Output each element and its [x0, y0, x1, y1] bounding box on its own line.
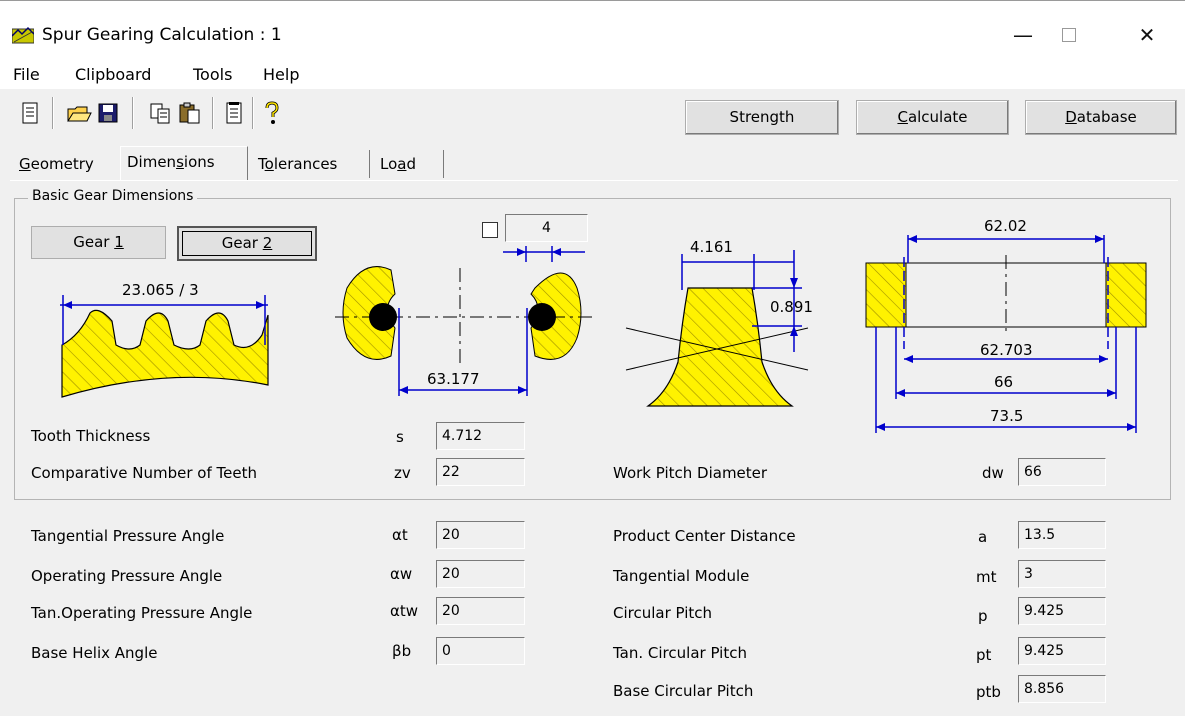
tab-tolerances[interactable]: Tolerances	[252, 150, 370, 178]
tooth-thickness-label: Tooth Thickness	[31, 427, 151, 445]
tooth-span-drawing: 23.065 / 3	[60, 281, 269, 398]
gear-app-icon	[12, 26, 34, 44]
group-title: Basic Gear Dimensions	[28, 188, 198, 204]
product-center-distance-field[interactable]: 13.5	[1018, 521, 1106, 549]
minimize-icon[interactable]: —	[1000, 18, 1046, 52]
face-d2-label: 66	[994, 373, 1013, 391]
operating-pressure-angle-label: Operating Pressure Angle	[31, 567, 223, 585]
gear-2-button[interactable]: Gear 2	[177, 226, 317, 261]
close-icon[interactable]: ✕	[1124, 18, 1170, 52]
new-document-icon[interactable]	[16, 99, 44, 127]
operating-pressure-angle-symbol: αw	[390, 565, 413, 583]
circular-pitch-symbol: p	[978, 607, 988, 625]
tan-circular-pitch-label: Tan. Circular Pitch	[613, 644, 747, 662]
tab-dimensions[interactable]: Dimensions	[120, 146, 248, 180]
calculate-button[interactable]: Calculate	[856, 100, 1009, 135]
menu-bar	[0, 63, 1185, 89]
toolbar-separator	[212, 97, 214, 129]
tangential-module-field[interactable]: 3	[1018, 560, 1106, 588]
product-center-distance-label: Product Center Distance	[613, 527, 796, 545]
work-pitch-symbol: dw	[982, 464, 1004, 482]
center-distance-label: 63.177	[427, 370, 480, 388]
circular-pitch-field[interactable]: 9.425	[1018, 597, 1106, 625]
notes-icon[interactable]	[220, 99, 248, 127]
comparative-teeth-field[interactable]: 22	[436, 458, 525, 486]
tangential-pressure-angle-label: Tangential Pressure Angle	[31, 527, 225, 545]
tangential-pressure-angle-field[interactable]: 20	[436, 521, 525, 549]
tab-strip-line	[10, 180, 1178, 181]
help-question-icon[interactable]	[258, 99, 286, 127]
copy-icon[interactable]	[146, 99, 174, 127]
dimension-checkbox[interactable]	[482, 222, 498, 238]
open-folder-icon[interactable]	[65, 99, 93, 127]
toolbar-separator	[132, 97, 134, 129]
tab-load[interactable]: Load	[374, 150, 444, 178]
circular-pitch-label: Circular Pitch	[613, 604, 713, 622]
tooth-span-label: 23.065 / 3	[122, 281, 199, 299]
maximize-square-icon	[1062, 28, 1076, 42]
menu-clipboard[interactable]: Clipboard	[75, 65, 151, 84]
toolbar-separator	[52, 97, 54, 129]
tan-circular-pitch-field[interactable]: 9.425	[1018, 637, 1106, 665]
face-d1-label: 62.703	[980, 341, 1033, 359]
tooth-thickness-field[interactable]: 4.712	[436, 422, 525, 450]
tooth-profile-drawing: 4.161 0.891	[625, 238, 813, 407]
work-pitch-diameter-label: Work Pitch Diameter	[613, 464, 768, 482]
menu-tools[interactable]: Tools	[193, 65, 232, 84]
base-circular-pitch-label: Base Circular Pitch	[613, 682, 754, 700]
tangential-pressure-angle-symbol: αt	[392, 526, 408, 544]
database-button[interactable]: Database	[1025, 100, 1177, 135]
save-disk-icon[interactable]	[94, 99, 122, 127]
tab-geometry[interactable]: Geometry	[13, 150, 117, 178]
comparative-teeth-label: Comparative Number of Teeth	[31, 464, 257, 482]
strength-button[interactable]: Strength	[685, 100, 839, 135]
product-center-distance-symbol: a	[978, 528, 988, 546]
comparative-teeth-symbol: zv	[394, 464, 411, 482]
base-circular-pitch-field[interactable]: 8.856	[1018, 675, 1106, 703]
toolbar-separator	[252, 97, 254, 129]
face-top-label: 62.02	[984, 217, 1027, 235]
work-pitch-field[interactable]: 66	[1018, 458, 1106, 486]
center-distance-drawing: 63.177	[335, 246, 593, 396]
base-helix-angle-symbol: βb	[392, 642, 412, 660]
gear-1-button[interactable]: Gear 1	[31, 226, 166, 259]
tooth-thickness-symbol: s	[396, 428, 404, 446]
tan-circular-pitch-symbol: pt	[976, 646, 992, 664]
tan-operating-pressure-angle-field[interactable]: 20	[436, 597, 525, 625]
maximize-icon[interactable]	[1046, 18, 1092, 52]
tooth-width-label: 4.161	[690, 238, 733, 256]
face-width-drawing: 62.02 62.703 66 73.5	[865, 217, 1147, 433]
database-label: atabase	[1076, 108, 1137, 126]
base-helix-angle-field[interactable]: 0	[436, 637, 525, 665]
calculate-label: alculate	[907, 108, 968, 126]
base-circular-pitch-symbol: ptb	[976, 683, 1001, 701]
paste-icon[interactable]	[176, 99, 204, 127]
window-title: Spur Gearing Calculation : 1	[42, 25, 282, 45]
menu-file[interactable]: File	[13, 65, 40, 84]
tangential-module-label: Tangential Module	[613, 567, 750, 585]
face-d3-label: 73.5	[990, 407, 1023, 425]
base-helix-angle-label: Base Helix Angle	[31, 644, 158, 662]
operating-pressure-angle-field[interactable]: 20	[436, 560, 525, 588]
menu-help[interactable]: Help	[263, 65, 299, 84]
tangential-module-symbol: mt	[976, 568, 997, 586]
tan-operating-pressure-angle-symbol: αtw	[390, 602, 419, 620]
tooth-height-label: 0.891	[770, 298, 813, 316]
tan-operating-pressure-angle-label: Tan.Operating Pressure Angle	[31, 604, 253, 622]
